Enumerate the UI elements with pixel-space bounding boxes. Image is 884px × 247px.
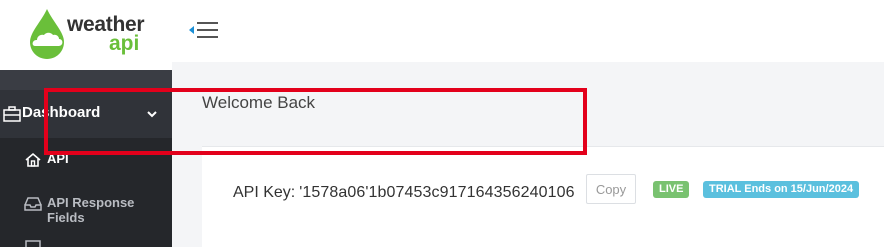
sidebar: Dashboard API API Response Fields — [0, 70, 172, 247]
sidebar-item-label: Dashboard — [22, 104, 101, 121]
sidebar-item-analytics[interactable] — [0, 226, 172, 247]
sidebar-item-label: API Response Fields — [47, 195, 135, 225]
sidebar-spacer — [0, 70, 172, 90]
sidebar-collapse-icon[interactable] — [189, 19, 223, 41]
sidebar-item-api-response-fields[interactable]: API Response Fields — [0, 182, 172, 226]
home-icon — [25, 152, 41, 167]
chart-icon — [25, 240, 41, 247]
chevron-down-icon — [147, 111, 157, 118]
page-title: Welcome Back — [202, 93, 316, 112]
copy-button[interactable]: Copy — [586, 174, 636, 204]
api-key-label: API Key: — [233, 184, 296, 201]
brand-name-line2: api — [109, 32, 140, 55]
sidebar-item-api[interactable]: API — [0, 138, 172, 182]
brand-logo[interactable]: weather api — [0, 0, 172, 70]
api-key-value[interactable]: '1578a06'1b07453c917164356240106 — [299, 184, 574, 202]
inbox-icon — [24, 197, 42, 211]
status-badge: LIVE — [653, 181, 690, 198]
top-bar — [172, 0, 884, 62]
sidebar-item-label: API — [47, 151, 69, 166]
water-drop-cloud-icon — [30, 9, 64, 59]
sidebar-item-dashboard[interactable]: Dashboard — [0, 90, 172, 138]
main-content: Welcome Back API Key: '1578a06'1b07453c9… — [172, 62, 884, 247]
brand-name: weather api — [67, 14, 145, 55]
toolbox-icon — [3, 106, 21, 122]
trial-badge: TRIAL Ends on 15/Jun/2024 — [703, 181, 860, 198]
api-key-row: API Key: '1578a06'1b07453c91716435624010… — [233, 181, 575, 205]
